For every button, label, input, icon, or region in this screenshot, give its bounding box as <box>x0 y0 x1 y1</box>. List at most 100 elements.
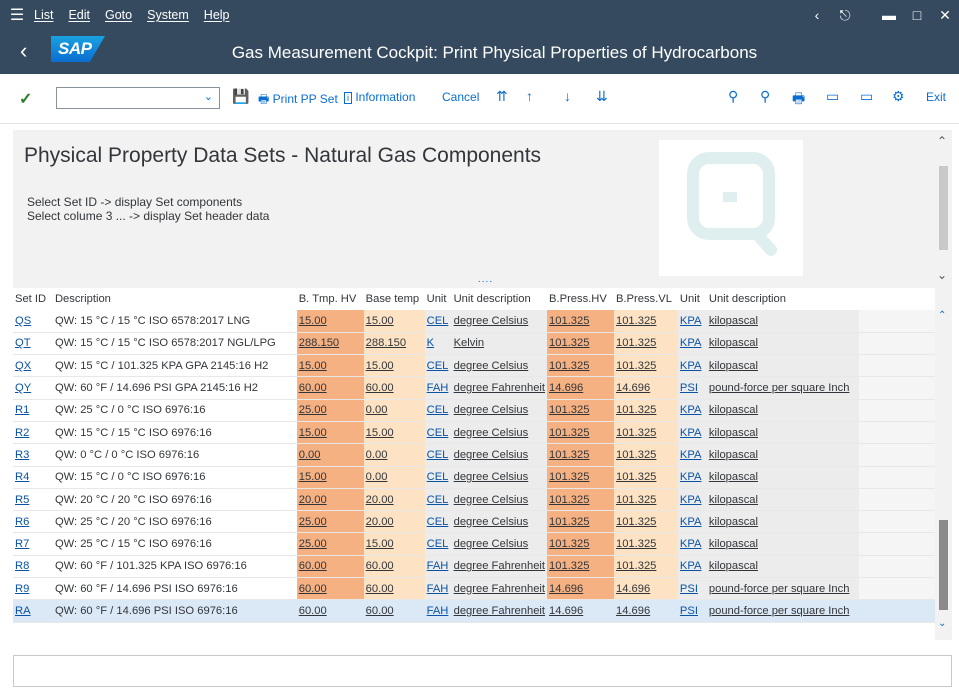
cell-unit-2[interactable]: PSI <box>677 376 707 400</box>
cell-bpress-vl[interactable]: 101.325 <box>613 555 678 579</box>
cell-btmp-hv[interactable]: 60.00 <box>296 376 364 400</box>
cell-set-id[interactable]: R7 <box>13 532 53 556</box>
col-unit[interactable]: Unit <box>425 288 452 310</box>
check-icon[interactable]: ✓ <box>19 89 32 109</box>
cell-unit-description[interactable]: degree Celsius <box>451 488 548 512</box>
find-icon[interactable]: ⚲ <box>728 88 738 105</box>
chevron-up-icon[interactable]: ⌃ <box>937 134 947 148</box>
header-scrollbar[interactable]: ⌃ ⌄ <box>935 130 952 288</box>
cell-unit-description-2[interactable]: pound-force per square Inch <box>706 577 859 601</box>
table-row[interactable]: R4 QW: 15 °C / 0 °C ISO 6976:16 15.00 0.00 C… <box>13 466 935 489</box>
cell-unit-description[interactable]: degree Celsius <box>451 310 548 333</box>
exit-button[interactable]: Exit <box>926 90 946 104</box>
first-page-icon[interactable]: ⇈ <box>496 88 508 105</box>
cell-btmp-hv[interactable]: 60.00 <box>296 577 364 601</box>
cell-unit[interactable]: CEL <box>424 354 452 378</box>
cell-unit-2[interactable]: KPA <box>677 310 707 333</box>
table-row[interactable]: QY QW: 60 °F / 14.696 PSI GPA 2145:16 H2 6… <box>13 376 935 400</box>
cell-btmp-hv[interactable]: 25.00 <box>296 510 364 534</box>
cell-bpress-vl[interactable]: 101.325 <box>613 488 678 512</box>
command-field[interactable]: ⌄ <box>56 87 220 109</box>
menu-list[interactable]: List <box>34 8 53 22</box>
cell-unit-description[interactable]: degree Fahrenheit <box>451 599 548 623</box>
cell-unit-2[interactable]: KPA <box>677 555 707 579</box>
cell-unit-description[interactable]: degree Celsius <box>451 510 548 534</box>
table-row[interactable]: R7 QW: 25 °C / 15 °C ISO 6976:16 25.00 15.0… <box>13 532 935 556</box>
table-row[interactable]: R9 QW: 60 °F / 14.696 PSI ISO 6976:16 60.0… <box>13 577 935 601</box>
cell-base-temp[interactable]: 60.00 <box>363 376 425 400</box>
col-bpress-hv[interactable]: B.Press.HV <box>547 288 614 310</box>
next-page-icon[interactable]: ↓ <box>564 88 571 104</box>
cell-unit-2[interactable]: KPA <box>677 510 707 534</box>
cell-unit-description-2[interactable]: kilopascal <box>706 488 859 512</box>
cell-unit-description-2[interactable]: kilopascal <box>706 421 859 445</box>
cell-unit[interactable]: CEL <box>424 488 452 512</box>
cell-bpress-vl[interactable]: 14.696 <box>613 376 678 400</box>
cell-bpress-vl[interactable]: 101.325 <box>613 532 678 556</box>
cell-unit[interactable]: FAH <box>424 376 452 400</box>
cell-set-id[interactable]: QS <box>13 310 53 333</box>
table-row[interactable]: R6 QW: 25 °C / 20 °C ISO 6976:16 25.00 20.0… <box>13 510 935 534</box>
cell-bpress-hv[interactable]: 101.325 <box>547 510 614 534</box>
cell-unit-description[interactable]: degree Celsius <box>451 443 548 467</box>
cell-unit-description-2[interactable]: kilopascal <box>706 354 859 378</box>
cell-base-temp[interactable]: 15.00 <box>363 532 425 556</box>
cell-bpress-vl[interactable]: 14.696 <box>613 577 678 601</box>
cell-base-temp[interactable]: 288.150 <box>363 332 425 356</box>
cell-unit-2[interactable]: PSI <box>677 577 707 601</box>
cell-base-temp[interactable]: 60.00 <box>363 599 425 623</box>
print-icon[interactable]: 🖶 <box>792 88 805 112</box>
cell-bpress-hv[interactable]: 101.325 <box>547 532 614 556</box>
cell-unit-description-2[interactable]: pound-force per square Inch <box>706 376 859 400</box>
table-row[interactable]: R1 QW: 25 °C / 0 °C ISO 6976:16 25.00 0.00 C… <box>13 399 935 422</box>
cell-set-id[interactable]: R9 <box>13 577 53 601</box>
create-shortcut-icon[interactable]: ▭ <box>860 88 873 105</box>
cell-set-id[interactable]: R2 <box>13 421 53 445</box>
chevron-down-icon[interactable]: ⌄ <box>204 90 213 103</box>
cell-unit-description-2[interactable]: kilopascal <box>706 555 859 579</box>
cell-unit-description[interactable]: Kelvin <box>451 332 548 356</box>
cell-bpress-vl[interactable]: 101.325 <box>613 354 678 378</box>
prev-page-icon[interactable]: ↑ <box>526 88 533 104</box>
cell-unit[interactable]: FAH <box>424 577 452 601</box>
cell-btmp-hv[interactable]: 288.150 <box>296 332 364 356</box>
print-pp-set-button[interactable]: 🖶 Print PP Set <box>258 90 338 111</box>
col-unit-description-2[interactable]: Unit description <box>707 288 859 310</box>
table-row[interactable]: QT QW: 15 °C / 15 °C ISO 6578:2017 NGL/LP… <box>13 332 935 356</box>
cell-unit-2[interactable]: KPA <box>677 399 707 422</box>
cell-btmp-hv[interactable]: 25.00 <box>296 399 364 422</box>
cell-bpress-vl[interactable]: 101.325 <box>613 510 678 534</box>
scroll-thumb[interactable] <box>939 520 948 610</box>
cell-btmp-hv[interactable]: 15.00 <box>296 421 364 445</box>
new-session-icon[interactable]: ▭ <box>826 88 839 105</box>
minimize-icon[interactable]: ▬ <box>875 7 903 23</box>
cell-bpress-vl[interactable]: 101.325 <box>613 332 678 356</box>
cell-bpress-hv[interactable]: 101.325 <box>547 421 614 445</box>
cell-btmp-hv[interactable]: 0.00 <box>296 443 364 467</box>
find-next-icon[interactable]: ⚲ <box>760 88 770 105</box>
cell-bpress-vl[interactable]: 101.325 <box>613 399 678 422</box>
cell-bpress-hv[interactable]: 101.325 <box>547 332 614 356</box>
cell-btmp-hv[interactable]: 60.00 <box>296 599 364 623</box>
table-scrollbar[interactable]: ⌃ ⌄ <box>935 288 952 640</box>
cell-unit-2[interactable]: KPA <box>677 354 707 378</box>
cell-bpress-hv[interactable]: 14.696 <box>547 376 614 400</box>
cell-bpress-vl[interactable]: 101.325 <box>613 466 678 489</box>
menu-edit[interactable]: Edit <box>68 8 90 22</box>
cell-base-temp[interactable]: 15.00 <box>363 310 425 333</box>
cell-btmp-hv[interactable]: 20.00 <box>296 488 364 512</box>
cell-unit-2[interactable]: KPA <box>677 488 707 512</box>
table-row[interactable]: R3 QW: 0 °C / 0 °C ISO 6976:16 0.00 0.00 CEL… <box>13 443 935 467</box>
cell-base-temp[interactable]: 0.00 <box>363 466 425 489</box>
cell-bpress-hv[interactable]: 101.325 <box>547 466 614 489</box>
cell-base-temp[interactable]: 0.00 <box>363 443 425 467</box>
col-base-temp[interactable]: Base temp <box>364 288 425 310</box>
scroll-thumb[interactable] <box>939 166 948 250</box>
chevron-up-icon[interactable]: ⌃ <box>938 310 946 321</box>
table-row[interactable]: R5 QW: 20 °C / 20 °C ISO 6976:16 20.00 20.0… <box>13 488 935 512</box>
cell-set-id[interactable]: R6 <box>13 510 53 534</box>
table-row[interactable]: QS QW: 15 °C / 15 °C ISO 6578:2017 LNG 15.… <box>13 310 935 333</box>
cell-set-id[interactable]: QT <box>13 332 53 356</box>
cell-unit[interactable]: FAH <box>424 599 452 623</box>
cell-unit[interactable]: CEL <box>424 443 452 467</box>
